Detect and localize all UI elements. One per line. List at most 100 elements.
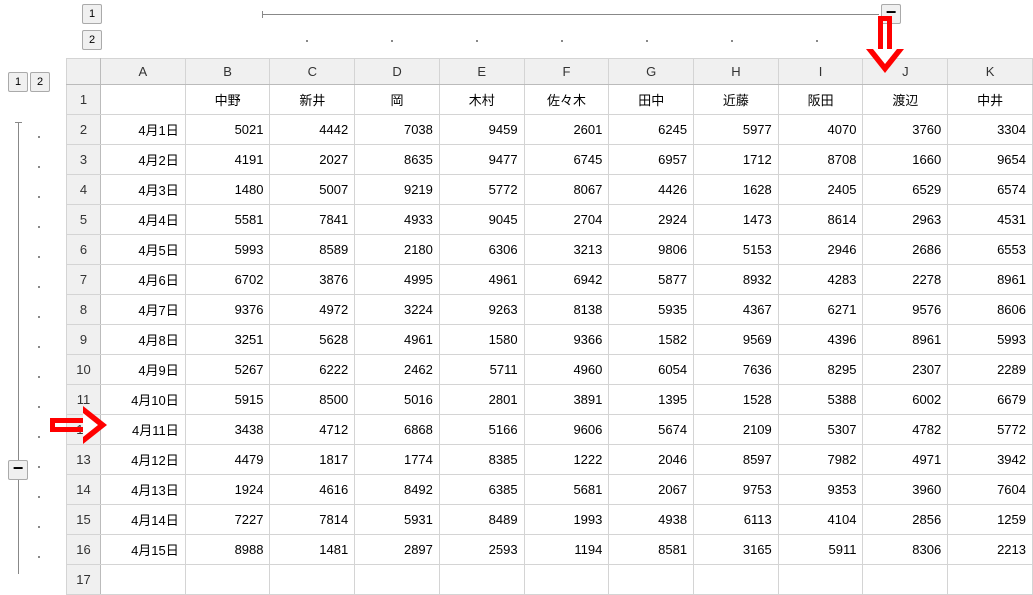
cell-D16[interactable]: 2897 xyxy=(355,535,440,565)
cell-A15[interactable]: 4月14日 xyxy=(100,505,185,535)
cell-F3[interactable]: 6745 xyxy=(524,145,609,175)
column-header-F[interactable]: F xyxy=(524,59,609,85)
cell-A13[interactable]: 4月12日 xyxy=(100,445,185,475)
cell-A12[interactable]: 4月11日 xyxy=(100,415,185,445)
cell-C2[interactable]: 4442 xyxy=(270,115,355,145)
cell-D7[interactable]: 4995 xyxy=(355,265,440,295)
cell-J6[interactable]: 2686 xyxy=(863,235,948,265)
cell-J7[interactable]: 2278 xyxy=(863,265,948,295)
cell-J16[interactable]: 8306 xyxy=(863,535,948,565)
column-header-B[interactable]: B xyxy=(185,59,270,85)
cell-J12[interactable]: 4782 xyxy=(863,415,948,445)
cell-I11[interactable]: 5388 xyxy=(778,385,863,415)
cell-D17[interactable] xyxy=(355,565,440,595)
cell-A16[interactable]: 4月15日 xyxy=(100,535,185,565)
cell-C15[interactable]: 7814 xyxy=(270,505,355,535)
cell-D9[interactable]: 4961 xyxy=(355,325,440,355)
cell-K2[interactable]: 3304 xyxy=(948,115,1033,145)
cell-A6[interactable]: 4月5日 xyxy=(100,235,185,265)
cell-I16[interactable]: 5911 xyxy=(778,535,863,565)
cell-C8[interactable]: 4972 xyxy=(270,295,355,325)
cell-I2[interactable]: 4070 xyxy=(778,115,863,145)
cell-G14[interactable]: 2067 xyxy=(609,475,694,505)
cell-I10[interactable]: 8295 xyxy=(778,355,863,385)
cell-F14[interactable]: 5681 xyxy=(524,475,609,505)
cell-A3[interactable]: 4月2日 xyxy=(100,145,185,175)
cell-F2[interactable]: 2601 xyxy=(524,115,609,145)
cell-F7[interactable]: 6942 xyxy=(524,265,609,295)
cell-K6[interactable]: 6553 xyxy=(948,235,1033,265)
cell-J14[interactable]: 3960 xyxy=(863,475,948,505)
cell-A10[interactable]: 4月9日 xyxy=(100,355,185,385)
cell-B14[interactable]: 1924 xyxy=(185,475,270,505)
cell-D15[interactable]: 5931 xyxy=(355,505,440,535)
cell-K3[interactable]: 9654 xyxy=(948,145,1033,175)
cell-K15[interactable]: 1259 xyxy=(948,505,1033,535)
cell-B8[interactable]: 9376 xyxy=(185,295,270,325)
row-header-5[interactable]: 5 xyxy=(67,205,101,235)
cell-C5[interactable]: 7841 xyxy=(270,205,355,235)
cell-H13[interactable]: 8597 xyxy=(694,445,779,475)
cell-I15[interactable]: 4104 xyxy=(778,505,863,535)
cell-I7[interactable]: 4283 xyxy=(778,265,863,295)
column-header-D[interactable]: D xyxy=(355,59,440,85)
cell-E9[interactable]: 1580 xyxy=(439,325,524,355)
row-header-10[interactable]: 10 xyxy=(67,355,101,385)
cell-C7[interactable]: 3876 xyxy=(270,265,355,295)
cell-B15[interactable]: 7227 xyxy=(185,505,270,535)
cell-J5[interactable]: 2963 xyxy=(863,205,948,235)
cell-I12[interactable]: 5307 xyxy=(778,415,863,445)
cell-G2[interactable]: 6245 xyxy=(609,115,694,145)
cell-K17[interactable] xyxy=(948,565,1033,595)
cell-F13[interactable]: 1222 xyxy=(524,445,609,475)
cell-E4[interactable]: 5772 xyxy=(439,175,524,205)
cell-K1[interactable]: 中井 xyxy=(948,85,1033,115)
cell-E2[interactable]: 9459 xyxy=(439,115,524,145)
cell-H5[interactable]: 1473 xyxy=(694,205,779,235)
cell-F6[interactable]: 3213 xyxy=(524,235,609,265)
cell-G10[interactable]: 6054 xyxy=(609,355,694,385)
cell-C17[interactable] xyxy=(270,565,355,595)
row-header-1[interactable]: 1 xyxy=(67,85,101,115)
cell-I9[interactable]: 4396 xyxy=(778,325,863,355)
cell-J17[interactable] xyxy=(863,565,948,595)
cell-A14[interactable]: 4月13日 xyxy=(100,475,185,505)
cell-J1[interactable]: 渡辺 xyxy=(863,85,948,115)
cell-A7[interactable]: 4月6日 xyxy=(100,265,185,295)
cell-B2[interactable]: 5021 xyxy=(185,115,270,145)
cell-F4[interactable]: 8067 xyxy=(524,175,609,205)
cell-C10[interactable]: 6222 xyxy=(270,355,355,385)
cell-B10[interactable]: 5267 xyxy=(185,355,270,385)
cell-H14[interactable]: 9753 xyxy=(694,475,779,505)
cell-J15[interactable]: 2856 xyxy=(863,505,948,535)
cell-I4[interactable]: 2405 xyxy=(778,175,863,205)
cell-I17[interactable] xyxy=(778,565,863,595)
cell-D11[interactable]: 5016 xyxy=(355,385,440,415)
row-header-3[interactable]: 3 xyxy=(67,145,101,175)
cell-E5[interactable]: 9045 xyxy=(439,205,524,235)
cell-E8[interactable]: 9263 xyxy=(439,295,524,325)
cell-B9[interactable]: 3251 xyxy=(185,325,270,355)
cell-G9[interactable]: 1582 xyxy=(609,325,694,355)
cell-K10[interactable]: 2289 xyxy=(948,355,1033,385)
cell-F10[interactable]: 4960 xyxy=(524,355,609,385)
cell-E12[interactable]: 5166 xyxy=(439,415,524,445)
cell-D10[interactable]: 2462 xyxy=(355,355,440,385)
column-header-A[interactable]: A xyxy=(100,59,185,85)
cell-K7[interactable]: 8961 xyxy=(948,265,1033,295)
cell-B7[interactable]: 6702 xyxy=(185,265,270,295)
row-header-16[interactable]: 16 xyxy=(67,535,101,565)
cell-C6[interactable]: 8589 xyxy=(270,235,355,265)
column-header-C[interactable]: C xyxy=(270,59,355,85)
cell-G8[interactable]: 5935 xyxy=(609,295,694,325)
column-outline-level-2[interactable]: 2 xyxy=(82,30,102,50)
cell-J10[interactable]: 2307 xyxy=(863,355,948,385)
cell-C11[interactable]: 8500 xyxy=(270,385,355,415)
cell-K8[interactable]: 8606 xyxy=(948,295,1033,325)
row-header-8[interactable]: 8 xyxy=(67,295,101,325)
cell-E3[interactable]: 9477 xyxy=(439,145,524,175)
cell-J9[interactable]: 8961 xyxy=(863,325,948,355)
cell-K11[interactable]: 6679 xyxy=(948,385,1033,415)
cell-C13[interactable]: 1817 xyxy=(270,445,355,475)
column-header-H[interactable]: H xyxy=(694,59,779,85)
